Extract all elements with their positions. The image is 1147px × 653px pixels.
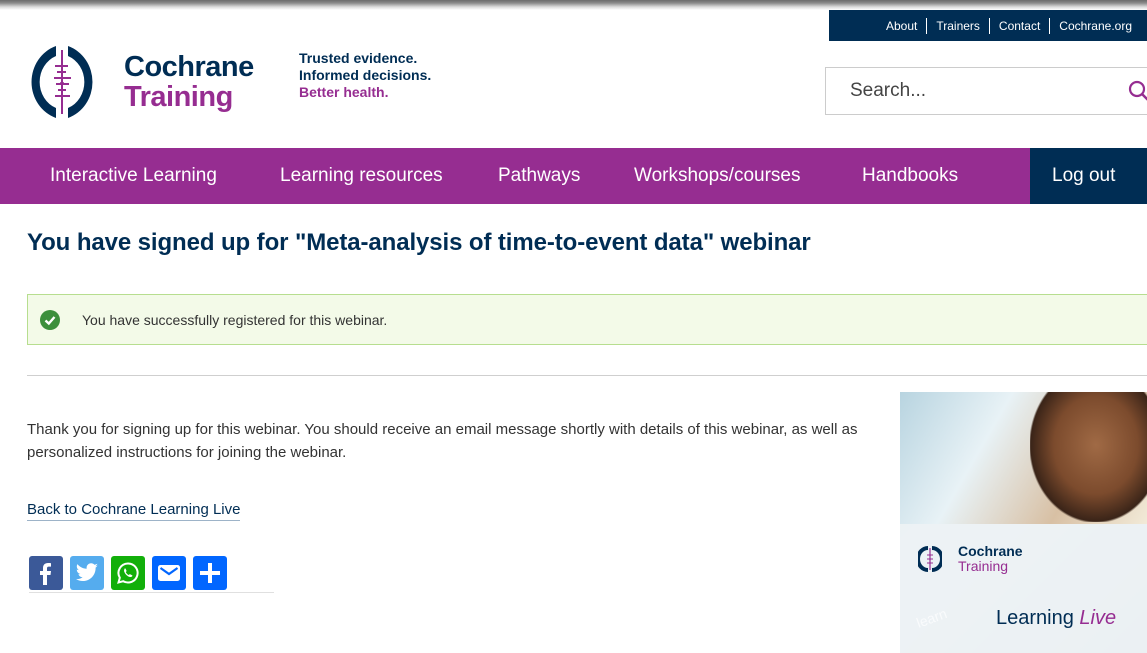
nav-pathways[interactable]: Pathways	[498, 148, 580, 204]
search-box	[825, 67, 1147, 115]
util-link-cochrane-org[interactable]: Cochrane.org	[1049, 17, 1141, 34]
learning-word: Learning	[996, 607, 1074, 629]
confirmation-text: Thank you for signing up for this webina…	[27, 421, 858, 461]
back-to-learning-live-link[interactable]: Back to Cochrane Learning Live	[27, 500, 241, 521]
window-top-shadow	[0, 0, 1147, 10]
utility-nav: About Trainers Contact Cochrane.org	[829, 10, 1147, 41]
search-icon[interactable]	[1128, 80, 1147, 102]
tagline-line-1: Trusted evidence.	[299, 50, 418, 66]
check-circle-icon	[40, 309, 60, 330]
logout-button[interactable]: Log out	[1030, 148, 1147, 204]
share-underline	[29, 592, 274, 593]
share-buttons	[29, 556, 234, 590]
main-nav: Interactive Learning Learning resources …	[0, 148, 1147, 204]
site-logo[interactable]: Cochrane Training	[26, 40, 254, 124]
live-word: Live	[1079, 607, 1117, 629]
promo-logo-line-1: Cochrane	[958, 543, 1023, 559]
success-alert: You have successfully registered for thi…	[27, 294, 1147, 345]
nav-handbooks[interactable]: Handbooks	[862, 148, 958, 204]
whatsapp-icon	[117, 562, 139, 584]
twitter-share-button[interactable]	[70, 556, 104, 590]
cochrane-logo-small-icon	[918, 546, 942, 572]
promo-logo-line-2: Training	[958, 558, 1009, 574]
email-share-button[interactable]	[152, 556, 186, 590]
facebook-share-button[interactable]	[29, 556, 63, 590]
util-link-about[interactable]: About	[877, 18, 926, 34]
tagline-line-2: Informed decisions.	[299, 67, 432, 83]
alert-message: You have successfully registered for thi…	[82, 311, 388, 328]
nav-workshops-courses[interactable]: Workshops/courses	[634, 148, 801, 204]
content-divider	[27, 375, 1147, 376]
logo-wordmark: Cochrane Training	[124, 52, 254, 112]
promo-logo: Cochrane Training	[918, 544, 1023, 574]
email-icon	[158, 565, 180, 581]
nav-learning-resources[interactable]: Learning resources	[280, 148, 443, 204]
tagline-line-3: Better health.	[299, 84, 389, 100]
tagline: Trusted evidence. Informed decisions. Be…	[299, 50, 431, 101]
search-input[interactable]	[850, 80, 1110, 102]
twitter-icon	[75, 563, 98, 581]
nav-interactive-learning[interactable]: Interactive Learning	[50, 148, 217, 204]
cochrane-logo-icon	[31, 46, 93, 118]
share-plus-button[interactable]	[193, 556, 227, 590]
learning-live-promo-banner[interactable]: Cochrane Training learn Learning Live	[900, 392, 1147, 653]
logo-line-1: Cochrane	[124, 51, 254, 83]
share-plus-icon	[200, 563, 220, 583]
facebook-icon	[40, 563, 51, 585]
logo-line-2: Training	[124, 81, 233, 113]
whatsapp-share-button[interactable]	[111, 556, 145, 590]
learning-live-title: Learning Live	[996, 607, 1116, 630]
promo-person-image	[1030, 392, 1147, 522]
util-link-contact[interactable]: Contact	[988, 17, 1049, 34]
util-link-trainers[interactable]: Trainers	[926, 17, 989, 34]
page-title: You have signed up for "Meta-analysis of…	[27, 229, 811, 256]
